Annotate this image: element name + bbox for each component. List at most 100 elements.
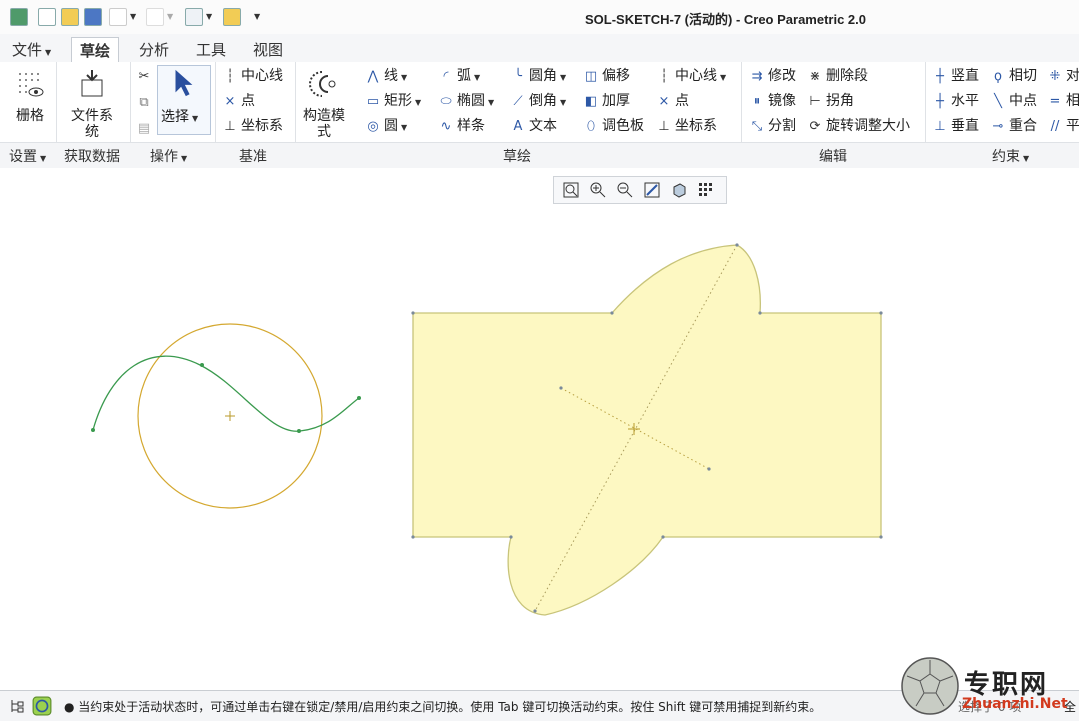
datum-point-button[interactable]: × 点	[222, 89, 255, 113]
group-constrain[interactable]: 约束 ▼	[992, 146, 1029, 166]
window-title: SOL-SKETCH-7 (活动的) - Creo Parametric 2.0	[585, 12, 867, 27]
sketch-centerline-button[interactable]: ┆ 中心线 ▼	[656, 64, 726, 88]
fillet-dropdown-icon: ▼	[560, 73, 567, 82]
text-icon: A	[513, 119, 523, 134]
select-dropdown-icon[interactable]: ▼	[192, 114, 198, 123]
rectangle-button[interactable]: ▭ 矩形 ▼	[365, 89, 421, 113]
zoom-out-icon[interactable]	[616, 181, 634, 199]
sketch-region[interactable]	[412, 244, 882, 616]
divide-button[interactable]: ⤡ 分割	[749, 114, 796, 138]
thicken-icon: ◧	[584, 94, 598, 109]
sketch-coord-icon: ⊥	[658, 119, 670, 134]
sketch-coord-button[interactable]: ⊥ 坐标系	[656, 114, 717, 138]
mirror-button[interactable]: ⏸ 镜像	[749, 89, 796, 113]
chamfer-button[interactable]: ⟋ 倒角 ▼	[510, 89, 566, 113]
model-tree-icon[interactable]	[8, 697, 26, 715]
display-style-icon[interactable]	[670, 181, 688, 199]
cut-icon[interactable]: ✂	[136, 64, 155, 88]
fillet-button[interactable]: ╰ 圆角 ▼	[510, 64, 566, 88]
horizontal-icon: ┼	[936, 94, 944, 109]
open-folder-icon[interactable]	[61, 8, 79, 26]
windows-icon[interactable]	[223, 8, 241, 26]
undo-dropdown-icon[interactable]: ▼	[130, 12, 136, 21]
rectangle-dropdown-icon: ▼	[415, 98, 422, 107]
tab-view[interactable]: 视图	[245, 40, 291, 62]
modify-button[interactable]: ⇉ 修改	[749, 64, 796, 88]
symmetric-constraint-button[interactable]: ⁜ 对	[1047, 64, 1079, 88]
browser-icon[interactable]	[32, 696, 52, 716]
ellipse-dropdown-icon: ▼	[488, 98, 495, 107]
mirror-icon: ⏸	[753, 94, 761, 109]
save-icon[interactable]	[84, 8, 102, 26]
delete-segment-button[interactable]: ⋇ 删除段	[807, 64, 868, 88]
line-dropdown-icon: ▼	[401, 73, 408, 82]
palette-button[interactable]: ⬯ 调色板	[583, 114, 644, 138]
group-datum: 基准	[239, 149, 267, 165]
palette-icon: ⬯	[586, 119, 596, 134]
horizontal-constraint-button[interactable]: ┼ 水平	[932, 89, 979, 113]
symmetric-icon: ⁜	[1049, 69, 1061, 84]
rotate-resize-button[interactable]: ⟳ 旋转调整大小	[807, 114, 910, 138]
tangent-constraint-button[interactable]: ϙ 相切	[990, 64, 1037, 88]
paste-icon[interactable]: ▤	[136, 116, 155, 140]
corner-button[interactable]: ⊢ 拐角	[807, 89, 854, 113]
tab-tools[interactable]: 工具	[188, 40, 234, 62]
line-button[interactable]: ⋀ 线 ▼	[365, 64, 408, 88]
grid-label: 栅格	[16, 108, 44, 124]
line-icon: ⋀	[367, 69, 379, 84]
sketcher-display-icon[interactable]	[697, 181, 715, 199]
midpoint-constraint-button[interactable]: ╲ 中点	[990, 89, 1037, 113]
new-file-icon[interactable]	[38, 8, 56, 26]
tab-analysis[interactable]: 分析	[131, 40, 177, 62]
copy-icon[interactable]: ⧉	[136, 90, 155, 114]
vertical-constraint-button[interactable]: ┼ 竖直	[932, 64, 979, 88]
perpendicular-icon: ⊥	[934, 119, 946, 134]
grid-icon	[19, 73, 44, 97]
file-system-button[interactable]: 文件系统	[64, 68, 120, 140]
perpendicular-constraint-button[interactable]: ⊥ 垂直	[932, 114, 979, 138]
coincident-constraint-button[interactable]: ⊸ 重合	[990, 114, 1037, 138]
construction-mode-button[interactable]: 构造模式	[299, 68, 349, 140]
group-setup[interactable]: 设置 ▼	[9, 146, 46, 166]
repaint-icon[interactable]	[643, 181, 661, 199]
thicken-button[interactable]: ◧ 加厚	[583, 89, 630, 113]
offset-button[interactable]: ◫ 偏移	[583, 64, 630, 88]
ellipse-icon: ⬭	[440, 94, 452, 109]
circle-button[interactable]: ◎ 圆 ▼	[365, 114, 407, 138]
tab-sketch[interactable]: 草绘	[71, 37, 120, 65]
sketch-point-icon: ×	[658, 94, 670, 109]
spline-icon: ∿	[440, 119, 452, 134]
group-editing: 编辑	[819, 149, 847, 165]
status-message: ● 当约束处于活动状态时，可通过单击右键在锁定/禁用/启用约束之间切换。使用 T…	[64, 700, 822, 714]
sketch-canvas[interactable]	[0, 168, 1079, 690]
coord-system-icon: ⊥	[224, 119, 236, 134]
tangent-icon: ϙ	[994, 69, 1002, 84]
datum-coord-button[interactable]: ⊥ 坐标系	[222, 114, 283, 138]
ellipse-button[interactable]: ⬭ 椭圆 ▼	[438, 89, 494, 113]
redo-dropdown-icon[interactable]: ▼	[167, 12, 173, 21]
equal-icon: =	[1049, 94, 1061, 109]
sketch-point-button[interactable]: × 点	[656, 89, 689, 113]
zoom-in-icon[interactable]	[589, 181, 607, 199]
modify-icon: ⇉	[751, 69, 763, 84]
parallel-constraint-button[interactable]: //平	[1047, 114, 1079, 138]
text-button[interactable]: A 文本	[510, 114, 557, 138]
equal-constraint-button[interactable]: = 相	[1047, 89, 1079, 113]
group-sketching: 草绘	[503, 149, 531, 165]
regenerate-icon[interactable]	[185, 8, 203, 26]
customize-qat-icon[interactable]: ▼	[254, 12, 260, 21]
construction-mode-icon	[309, 71, 336, 97]
select-button[interactable]: 选择 ▼	[157, 65, 211, 135]
tab-file[interactable]: 文件 ▼	[4, 40, 59, 62]
undo-icon[interactable]	[109, 8, 127, 26]
corner-icon: ⊢	[809, 94, 821, 109]
graphics-area[interactable]	[0, 168, 1079, 690]
arc-button[interactable]: ◜ 弧 ▼	[438, 64, 480, 88]
redo-icon[interactable]	[146, 8, 164, 26]
grid-button[interactable]: 栅格	[6, 68, 54, 124]
group-operations[interactable]: 操作 ▼	[150, 146, 187, 166]
zoom-fit-icon[interactable]	[562, 181, 580, 199]
datum-centerline-button[interactable]: ┆ 中心线	[222, 64, 283, 88]
regenerate-dropdown-icon[interactable]: ▼	[206, 12, 212, 21]
spline-button[interactable]: ∿ 样条	[438, 114, 485, 138]
